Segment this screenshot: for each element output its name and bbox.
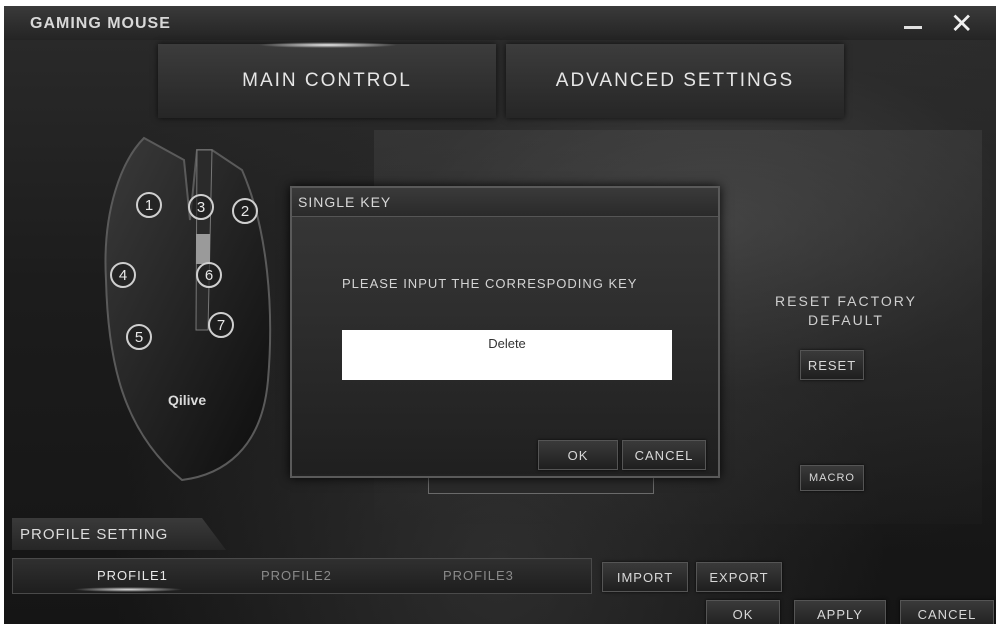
apply-button[interactable]: APPLY — [794, 600, 886, 624]
tab-advanced-settings[interactable]: ADVANCED SETTINGS — [506, 44, 844, 118]
brand-logo: Qilive — [168, 392, 207, 408]
tab-main-control[interactable]: MAIN CONTROL — [158, 42, 496, 118]
dialog-ok-button[interactable]: OK — [538, 440, 618, 470]
title-bar: GAMING MOUSE ✕ — [4, 6, 996, 40]
cancel-button[interactable]: CANCEL — [900, 600, 994, 624]
profile-bar: PROFILE1 PROFILE2 PROFILE3 — [12, 558, 592, 594]
app-window: GAMING MOUSE ✕ MAIN CONTROL ADVANCED SET… — [4, 6, 996, 624]
profile-item-2[interactable]: PROFILE2 — [261, 568, 332, 583]
reset-factory-label: RESET FACTORY DEFAULT — [775, 293, 917, 328]
key-input[interactable]: Delete — [342, 330, 672, 380]
dialog-title: SINGLE KEY — [298, 194, 392, 210]
mouse-button-6[interactable]: 6 — [196, 262, 222, 288]
mouse-button-1[interactable]: 1 — [136, 192, 162, 218]
mouse-diagram: 1 2 3 4 5 6 7 Qilive — [92, 130, 282, 490]
export-button[interactable]: EXPORT — [696, 562, 782, 592]
dialog-cancel-button[interactable]: CANCEL — [622, 440, 706, 470]
close-icon[interactable]: ✕ — [950, 7, 973, 40]
dialog-prompt: PLEASE INPUT THE CORRESPODING KEY — [342, 276, 638, 291]
profile-item-1[interactable]: PROFILE1 — [97, 568, 168, 583]
mouse-button-5[interactable]: 5 — [126, 324, 152, 350]
dialog-header: SINGLE KEY — [292, 188, 718, 217]
mouse-button-7[interactable]: 7 — [208, 312, 234, 338]
key-input-value: Delete — [488, 336, 526, 351]
mouse-button-3[interactable]: 3 — [188, 194, 214, 220]
import-button[interactable]: IMPORT — [602, 562, 688, 592]
mouse-button-4[interactable]: 4 — [110, 262, 136, 288]
profile-setting-heading: PROFILE SETTING — [12, 518, 226, 550]
profile-active-indicator — [73, 587, 183, 592]
tab-bar: MAIN CONTROL ADVANCED SETTINGS — [4, 40, 996, 124]
minimize-icon[interactable] — [902, 10, 924, 36]
app-title: GAMING MOUSE — [30, 15, 171, 32]
ok-button[interactable]: OK — [706, 600, 780, 624]
mouse-body-icon — [104, 136, 272, 482]
mouse-button-2[interactable]: 2 — [232, 198, 258, 224]
macro-button[interactable]: MACRO — [800, 465, 864, 491]
single-key-dialog: SINGLE KEY PLEASE INPUT THE CORRESPODING… — [290, 186, 720, 478]
reset-button[interactable]: RESET — [800, 350, 864, 380]
profile-item-3[interactable]: PROFILE3 — [443, 568, 514, 583]
